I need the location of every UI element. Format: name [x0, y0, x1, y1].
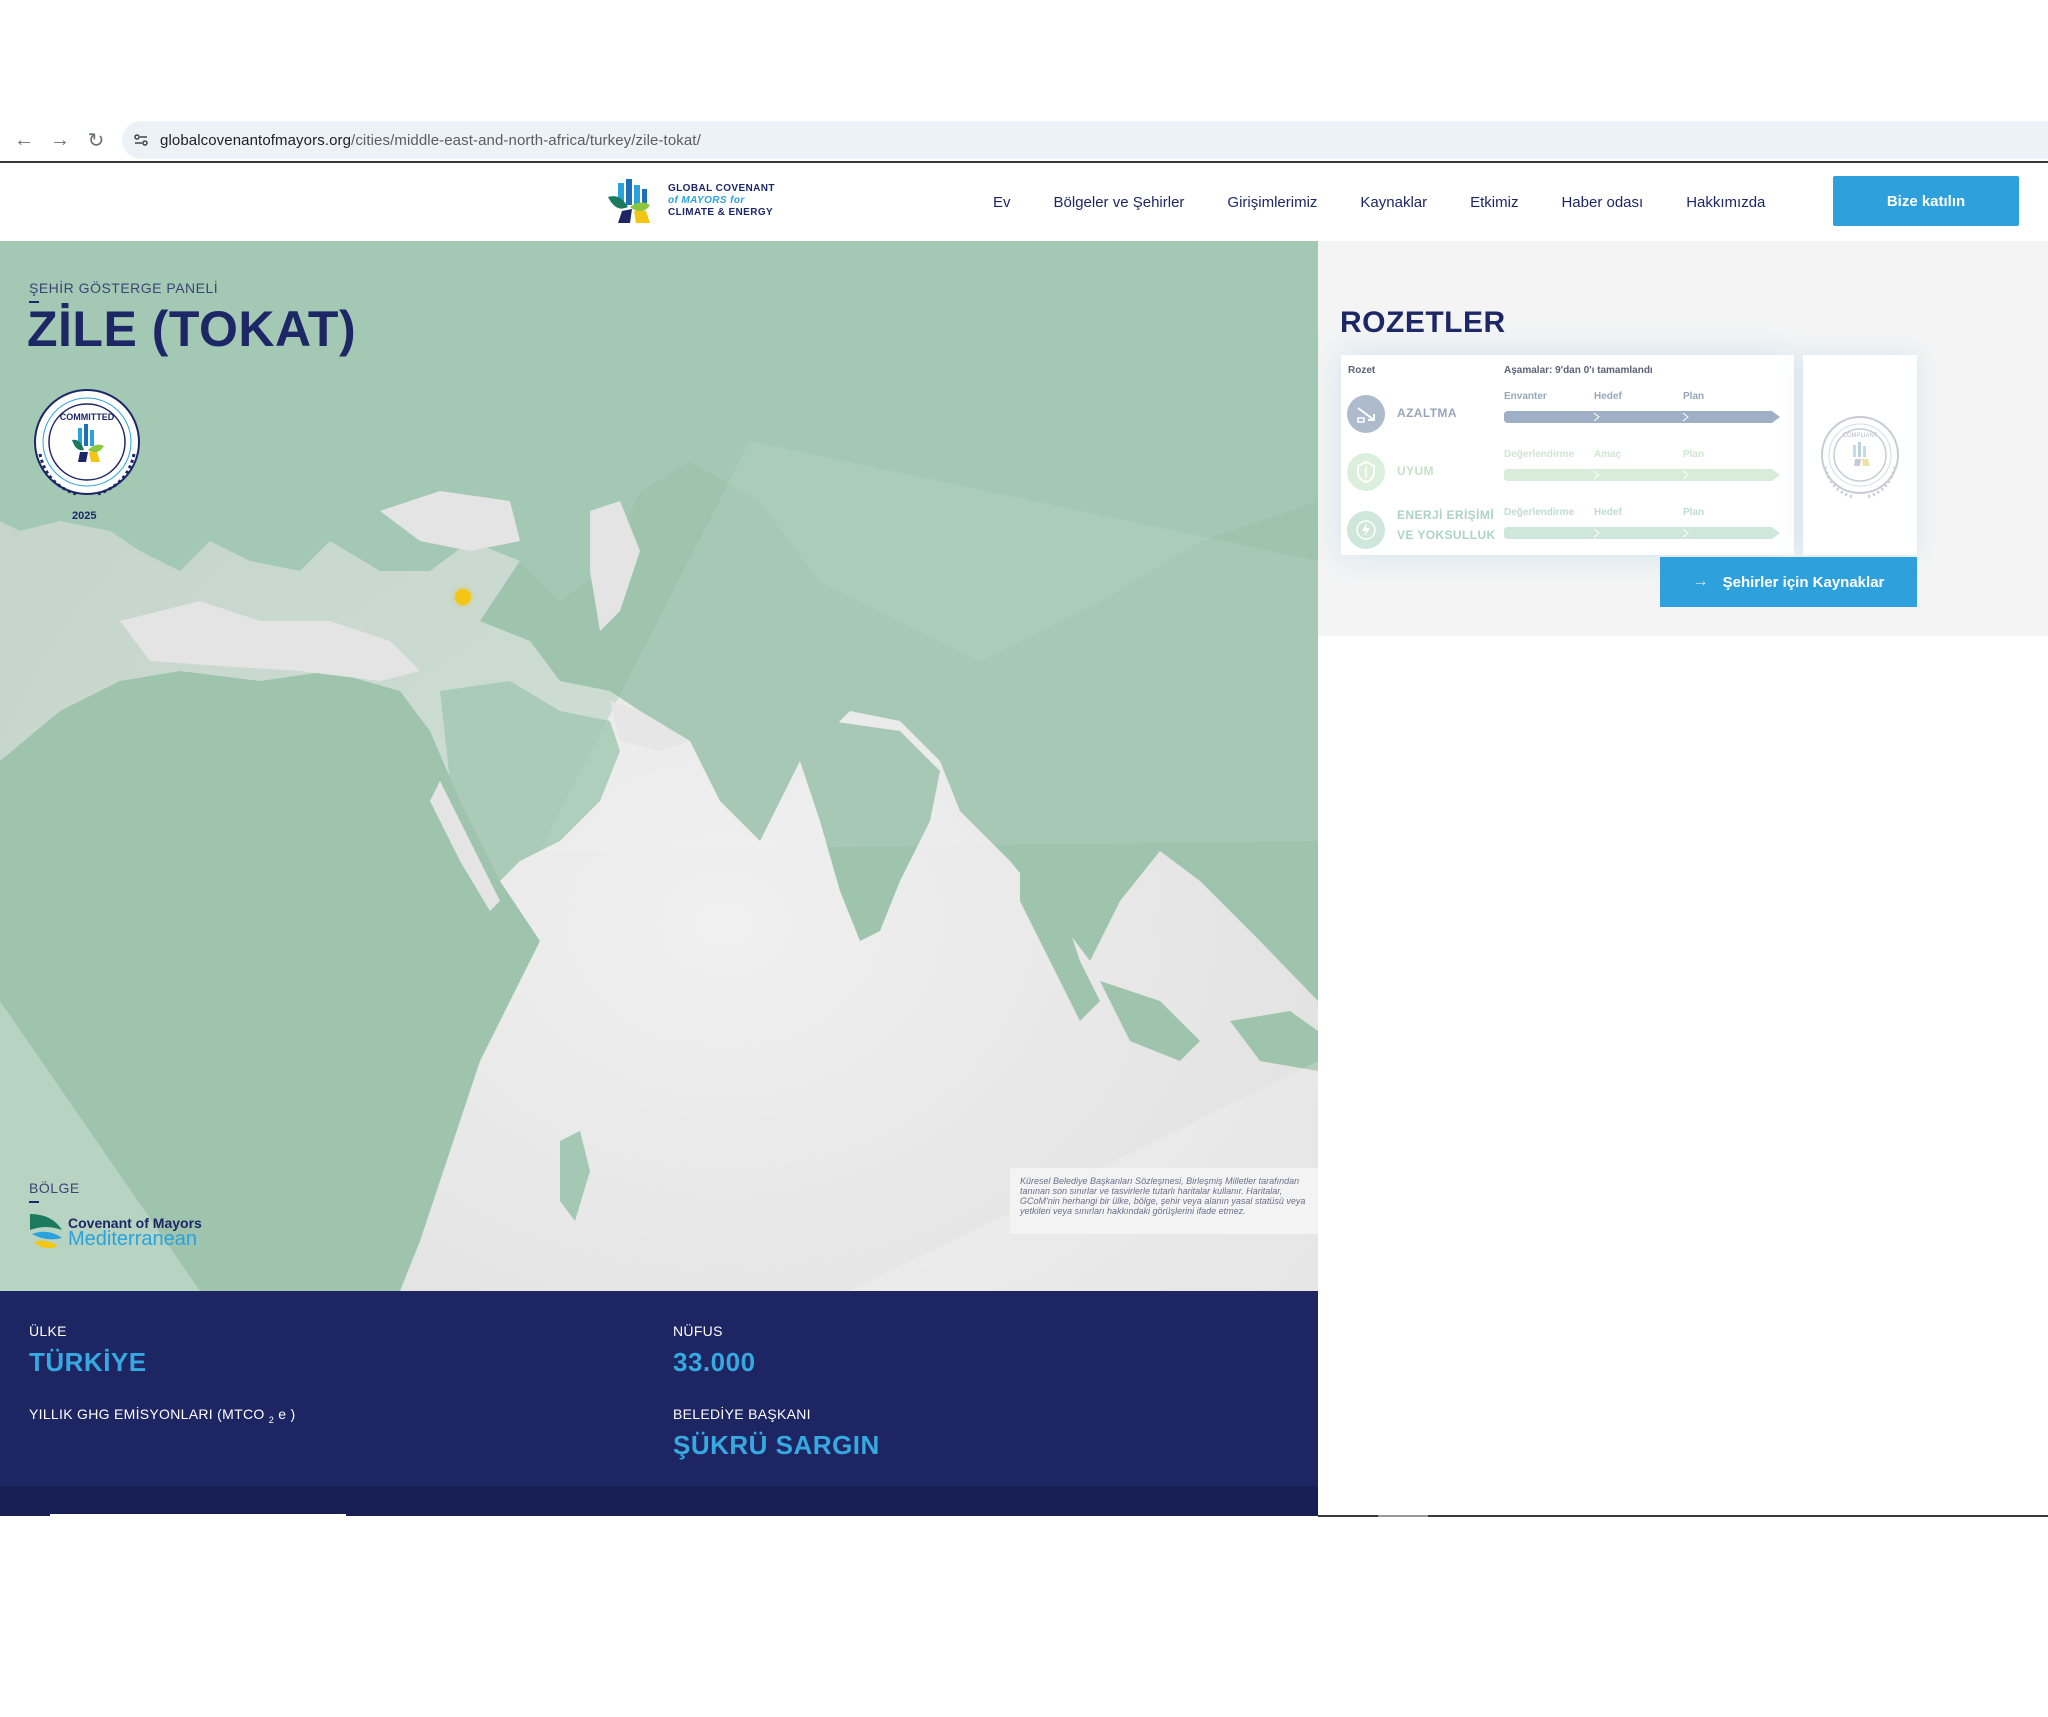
compliant-badge-card: COMPLIANT [1803, 355, 1917, 555]
dashboard-label: ŞEHİR GÖSTERGE PANELİ [29, 280, 219, 303]
side-badge-text: COMPLIANT [1842, 433, 1877, 439]
region-logo[interactable]: Covenant of Mayors Mediterranean [28, 1210, 202, 1252]
stat-country: ÜLKE TÜRKİYE [29, 1323, 147, 1378]
map-disclaimer: Küresel Belediye Başkanları Sözleşmesi, … [1010, 1168, 1318, 1234]
stage-label: Değerlendirme [1504, 449, 1575, 460]
stat-population: NÜFUS 33.000 [673, 1323, 756, 1378]
resources-button-label: Şehirler için Kaynaklar [1722, 573, 1885, 591]
nav-link-impact[interactable]: Etkimiz [1470, 194, 1518, 211]
badge-row-mitigation[interactable]: AZALTMA Envanter Hedef Plan [1347, 389, 1787, 441]
mitigation-icon [1347, 395, 1385, 433]
city-stats-panel: ÜLKE TÜRKİYE NÜFUS 33.000 YILLIK GHG EMİ… [0, 1291, 1318, 1486]
arrow-left-icon[interactable]: ← [6, 122, 42, 158]
tune-icon[interactable] [122, 121, 160, 159]
stats-footer-strip [0, 1486, 1318, 1516]
population-value: 33.000 [673, 1347, 756, 1377]
url-domain: globalcovenantofmayors.org [160, 131, 352, 149]
stage-label: Plan [1683, 507, 1705, 518]
nav-link-home[interactable]: Ev [993, 194, 1011, 211]
city-marker[interactable] [455, 589, 471, 605]
city-resources-button[interactable]: → Şehirler için Kaynaklar [1660, 557, 1917, 607]
badge-year: 2025 [72, 510, 97, 522]
nav-link-regions[interactable]: Bölgeler ve Şehirler [1054, 194, 1185, 211]
stage-label: Plan [1683, 391, 1705, 402]
stage-label: Envanter [1504, 391, 1547, 402]
nav-link-newsroom[interactable]: Haber odası [1561, 194, 1643, 211]
badge-row-energy-access[interactable]: ENERJİ ERİŞİMİ VE YOKSULLUK Değerlendirm… [1347, 505, 1787, 557]
page-bottom-line [1318, 1515, 2048, 1517]
site-header: GLOBAL COVENANT of MAYORS for CLIMATE & … [0, 163, 2048, 241]
gcom-logo[interactable]: GLOBAL COVENANT of MAYORS for CLIMATE & … [606, 177, 775, 225]
scroll-indicator [50, 1514, 346, 1516]
page-title: ZİLE (TOKAT) [27, 301, 357, 357]
badges-col-stages: Aşamalar: 9'dan 0'ı tamamlandı [1504, 365, 1653, 376]
world-map [0, 241, 1318, 1291]
region-logo-icon [30, 1214, 62, 1249]
gcom-logo-icon [608, 179, 650, 223]
mayor-value: ŞÜKRÜ SARGIN [673, 1430, 880, 1460]
arrow-right-icon: → [1692, 573, 1709, 590]
shield-icon [1347, 453, 1385, 491]
nav-link-about[interactable]: Hakkımızda [1686, 194, 1765, 211]
logo-text: GLOBAL COVENANT of MAYORS for CLIMATE & … [668, 183, 775, 219]
country-value: TÜRKİYE [29, 1347, 147, 1377]
stage-label: Hedef [1594, 507, 1622, 518]
badges-table: Rozet Aşamalar: 9'dan 0'ı tamamlandı AZA… [1341, 355, 1794, 555]
stage-label: Amaç [1594, 449, 1622, 460]
nav-link-initiatives[interactable]: Girişimlerimiz [1227, 194, 1317, 211]
region-logo-text: Covenant of Mayors Mediterranean [68, 1214, 202, 1250]
badge-name-line-2: VE YOKSULLUK [1397, 528, 1496, 542]
ghg-label-sub: 2 [268, 1414, 275, 1425]
logo-line-1: GLOBAL COVENANT [668, 183, 775, 194]
stat-ghg: YILLIK GHG EMİSYONLARI (MTCO 2 e ) [29, 1406, 296, 1432]
reload-icon[interactable]: ↻ [78, 122, 114, 158]
badge-text: COMMITTED [60, 412, 115, 422]
stage-label: Değerlendirme [1504, 507, 1575, 518]
badge-name-line-1: ENERJİ ERİŞİMİ [1397, 508, 1494, 522]
population-label: NÜFUS [673, 1323, 723, 1346]
stage-progress-bar [1504, 527, 1780, 539]
ghg-label-text: YILLIK GHG EMİSYONLARI (MTCO [29, 1406, 265, 1422]
browser-toolbar: ← → ↻ globalcovenantofmayors.org/cities/… [0, 118, 2048, 162]
stage-progress-bar [1504, 469, 1780, 481]
stage-progress-bar [1504, 411, 1780, 423]
ghg-label-suffix: e ) [278, 1406, 296, 1422]
join-button[interactable]: Bize katılın [1833, 176, 2019, 226]
mayor-label: BELEDİYE BAŞKANI [673, 1406, 811, 1429]
logo-line-3: CLIMATE & ENERGY [668, 207, 774, 218]
address-bar[interactable]: globalcovenantofmayors.org/cities/middle… [122, 121, 2048, 159]
url-text: globalcovenantofmayors.org/cities/middle… [160, 132, 701, 149]
country-label: ÜLKE [29, 1323, 67, 1346]
committed-badge: COMMITTED [34, 389, 140, 496]
scroll-indicator [1378, 1515, 1428, 1517]
badge-name: AZALTMA [1397, 406, 1457, 420]
badge-name: ENERJİ ERİŞİMİ VE YOKSULLUK [1397, 505, 1496, 545]
badge-row-adaptation[interactable]: UYUM Değerlendirme Amaç Plan [1347, 447, 1787, 499]
logo-line-2: of MAYORS for [668, 195, 745, 206]
lightning-icon [1347, 511, 1385, 549]
city-map[interactable] [0, 241, 1318, 1291]
badges-title: ROZETLER [1340, 306, 1506, 339]
nav-link-resources[interactable]: Kaynaklar [1360, 194, 1427, 211]
region-label: BÖLGE [29, 1180, 80, 1203]
stage-label: Hedef [1594, 391, 1622, 402]
ghg-label: YILLIK GHG EMİSYONLARI (MTCO 2 e ) [29, 1406, 296, 1432]
compliant-badge: COMPLIANT [1821, 416, 1899, 499]
stage-label: Plan [1683, 449, 1705, 460]
main-nav: Ev Bölgeler ve Şehirler Girişimlerimiz K… [993, 163, 1808, 241]
stat-mayor: BELEDİYE BAŞKANI ŞÜKRÜ SARGIN [673, 1406, 880, 1461]
badges-col-badge: Rozet [1348, 365, 1376, 376]
url-path: /cities/middle-east-and-north-africa/tur… [351, 131, 701, 149]
arrow-right-icon[interactable]: → [42, 122, 78, 158]
badge-name: UYUM [1397, 464, 1434, 478]
region-logo-line-2: Mediterranean [68, 1228, 197, 1250]
